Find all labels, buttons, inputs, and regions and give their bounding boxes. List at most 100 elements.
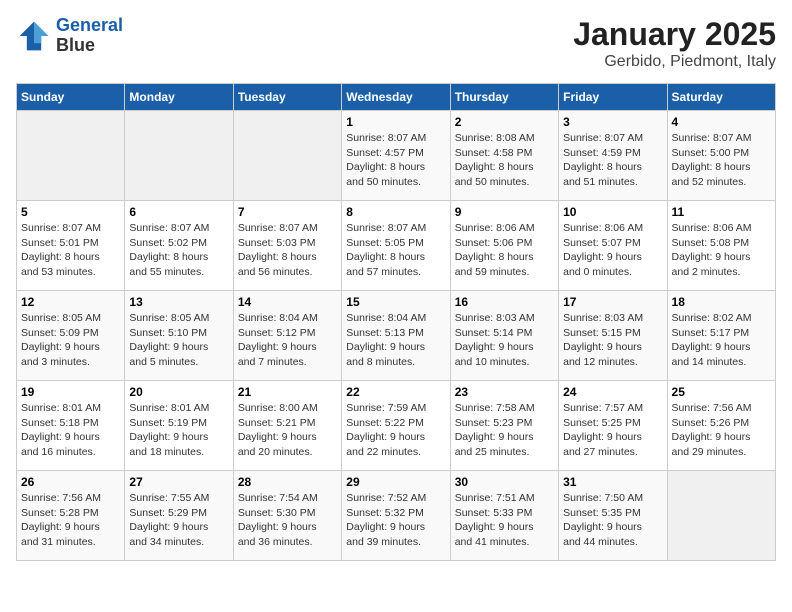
weekday-header: Wednesday bbox=[342, 84, 450, 111]
calendar-day-cell: 20Sunrise: 8:01 AM Sunset: 5:19 PM Dayli… bbox=[125, 381, 233, 471]
calendar-day-cell: 8 Sunrise: 8:07 AM Sunset: 5:05 PM Daylig… bbox=[342, 201, 450, 291]
day-info: Sunrise: 7:51 AM Sunset: 5:33 PM Dayligh… bbox=[455, 491, 554, 550]
weekday-header: Saturday bbox=[667, 84, 775, 111]
day-number: 21 bbox=[238, 385, 337, 399]
day-number: 25 bbox=[672, 385, 771, 399]
calendar-day-cell: 7Sunrise: 8:07 AM Sunset: 5:03 PM Daylig… bbox=[233, 201, 341, 291]
day-info: Sunrise: 8:07 AM Sunset: 5:03 PM Dayligh… bbox=[238, 221, 337, 280]
day-info: Sunrise: 8:05 AM Sunset: 5:09 PM Dayligh… bbox=[21, 311, 120, 370]
calendar-day-cell: 27 Sunrise: 7:55 AM Sunset: 5:29 PM Dayli… bbox=[125, 471, 233, 561]
calendar-day-cell: 12 Sunrise: 8:05 AM Sunset: 5:09 PM Dayli… bbox=[17, 291, 125, 381]
calendar-day-cell: 9 Sunrise: 8:06 AM Sunset: 5:06 PM Daylig… bbox=[450, 201, 558, 291]
day-info: Sunrise: 8:04 AM Sunset: 5:12 PM Dayligh… bbox=[238, 311, 337, 370]
day-info: Sunrise: 8:07 AM Sunset: 4:57 PM Dayligh… bbox=[346, 131, 445, 190]
day-number: 15 bbox=[346, 295, 445, 309]
calendar-week-row: 5Sunrise: 8:07 AM Sunset: 5:01 PM Daylig… bbox=[17, 201, 776, 291]
calendar-day-cell: 3 Sunrise: 8:07 AM Sunset: 4:59 PM Daylig… bbox=[559, 111, 667, 201]
day-info: Sunrise: 7:56 AM Sunset: 5:28 PM Dayligh… bbox=[21, 491, 120, 550]
day-number: 18 bbox=[672, 295, 771, 309]
day-info: Sunrise: 8:03 AM Sunset: 5:14 PM Dayligh… bbox=[455, 311, 554, 370]
day-info: Sunrise: 7:56 AM Sunset: 5:26 PM Dayligh… bbox=[672, 401, 771, 460]
day-number: 22 bbox=[346, 385, 445, 399]
day-info: Sunrise: 7:55 AM Sunset: 5:29 PM Dayligh… bbox=[129, 491, 228, 550]
day-info: Sunrise: 8:02 AM Sunset: 5:17 PM Dayligh… bbox=[672, 311, 771, 370]
day-info: Sunrise: 8:06 AM Sunset: 5:06 PM Dayligh… bbox=[455, 221, 554, 280]
calendar-day-cell: 2 Sunrise: 8:08 AM Sunset: 4:58 PM Daylig… bbox=[450, 111, 558, 201]
day-info: Sunrise: 7:58 AM Sunset: 5:23 PM Dayligh… bbox=[455, 401, 554, 460]
calendar-day-cell: 29Sunrise: 7:52 AM Sunset: 5:32 PM Dayli… bbox=[342, 471, 450, 561]
day-number: 30 bbox=[455, 475, 554, 489]
day-number: 3 bbox=[563, 115, 662, 129]
calendar-day-cell: 16 Sunrise: 8:03 AM Sunset: 5:14 PM Dayli… bbox=[450, 291, 558, 381]
day-number: 1 bbox=[346, 115, 445, 129]
logo: General Blue bbox=[16, 16, 123, 56]
calendar-day-cell: 25 Sunrise: 7:56 AM Sunset: 5:26 PM Dayli… bbox=[667, 381, 775, 471]
calendar-day-cell: 15 Sunrise: 8:04 AM Sunset: 5:13 PM Dayli… bbox=[342, 291, 450, 381]
weekday-header: Thursday bbox=[450, 84, 558, 111]
calendar-day-cell: 5Sunrise: 8:07 AM Sunset: 5:01 PM Daylig… bbox=[17, 201, 125, 291]
calendar-table: SundayMondayTuesdayWednesdayThursdayFrid… bbox=[16, 83, 776, 561]
day-number: 8 bbox=[346, 205, 445, 219]
calendar-day-cell: 19 Sunrise: 8:01 AM Sunset: 5:18 PM Dayli… bbox=[17, 381, 125, 471]
calendar-week-row: 12 Sunrise: 8:05 AM Sunset: 5:09 PM Dayli… bbox=[17, 291, 776, 381]
day-number: 6 bbox=[129, 205, 228, 219]
calendar-day-cell: 31 Sunrise: 7:50 AM Sunset: 5:35 PM Dayli… bbox=[559, 471, 667, 561]
calendar-day-cell: 10 Sunrise: 8:06 AM Sunset: 5:07 PM Dayli… bbox=[559, 201, 667, 291]
day-info: Sunrise: 8:03 AM Sunset: 5:15 PM Dayligh… bbox=[563, 311, 662, 370]
day-number: 23 bbox=[455, 385, 554, 399]
page-header: General Blue January 2025 Gerbido, Piedm… bbox=[16, 16, 776, 71]
day-number: 9 bbox=[455, 205, 554, 219]
calendar-day-cell: 4 Sunrise: 8:07 AM Sunset: 5:00 PM Daylig… bbox=[667, 111, 775, 201]
day-info: Sunrise: 7:50 AM Sunset: 5:35 PM Dayligh… bbox=[563, 491, 662, 550]
day-info: Sunrise: 8:07 AM Sunset: 5:05 PM Dayligh… bbox=[346, 221, 445, 280]
calendar-day-cell: 21Sunrise: 8:00 AM Sunset: 5:21 PM Dayli… bbox=[233, 381, 341, 471]
calendar-week-row: 19 Sunrise: 8:01 AM Sunset: 5:18 PM Dayli… bbox=[17, 381, 776, 471]
day-number: 14 bbox=[238, 295, 337, 309]
day-number: 26 bbox=[21, 475, 120, 489]
logo-line1: General bbox=[56, 15, 123, 35]
calendar-day-cell: 26 Sunrise: 7:56 AM Sunset: 5:28 PM Dayli… bbox=[17, 471, 125, 561]
day-number: 10 bbox=[563, 205, 662, 219]
weekday-header: Monday bbox=[125, 84, 233, 111]
day-info: Sunrise: 8:01 AM Sunset: 5:19 PM Dayligh… bbox=[129, 401, 228, 460]
day-info: Sunrise: 8:01 AM Sunset: 5:18 PM Dayligh… bbox=[21, 401, 120, 460]
day-info: Sunrise: 7:59 AM Sunset: 5:22 PM Dayligh… bbox=[346, 401, 445, 460]
day-number: 17 bbox=[563, 295, 662, 309]
logo-text: General Blue bbox=[56, 16, 123, 56]
day-info: Sunrise: 8:07 AM Sunset: 5:00 PM Dayligh… bbox=[672, 131, 771, 190]
calendar-day-cell: 22 Sunrise: 7:59 AM Sunset: 5:22 PM Dayli… bbox=[342, 381, 450, 471]
weekday-header: Sunday bbox=[17, 84, 125, 111]
weekday-header-row: SundayMondayTuesdayWednesdayThursdayFrid… bbox=[17, 84, 776, 111]
day-info: Sunrise: 7:52 AM Sunset: 5:32 PM Dayligh… bbox=[346, 491, 445, 550]
logo-line2: Blue bbox=[56, 36, 123, 56]
day-info: Sunrise: 8:07 AM Sunset: 4:59 PM Dayligh… bbox=[563, 131, 662, 190]
day-number: 27 bbox=[129, 475, 228, 489]
calendar-week-row: 1 Sunrise: 8:07 AM Sunset: 4:57 PM Daylig… bbox=[17, 111, 776, 201]
weekday-header: Friday bbox=[559, 84, 667, 111]
day-number: 2 bbox=[455, 115, 554, 129]
calendar-day-cell: 6 Sunrise: 8:07 AM Sunset: 5:02 PM Daylig… bbox=[125, 201, 233, 291]
logo-icon bbox=[16, 18, 52, 54]
calendar-day-cell: 18 Sunrise: 8:02 AM Sunset: 5:17 PM Dayli… bbox=[667, 291, 775, 381]
calendar-day-cell bbox=[667, 471, 775, 561]
day-info: Sunrise: 8:05 AM Sunset: 5:10 PM Dayligh… bbox=[129, 311, 228, 370]
day-number: 19 bbox=[21, 385, 120, 399]
day-info: Sunrise: 8:04 AM Sunset: 5:13 PM Dayligh… bbox=[346, 311, 445, 370]
day-number: 12 bbox=[21, 295, 120, 309]
day-info: Sunrise: 7:54 AM Sunset: 5:30 PM Dayligh… bbox=[238, 491, 337, 550]
day-number: 5 bbox=[21, 205, 120, 219]
calendar-day-cell: 1 Sunrise: 8:07 AM Sunset: 4:57 PM Daylig… bbox=[342, 111, 450, 201]
day-number: 31 bbox=[563, 475, 662, 489]
day-number: 13 bbox=[129, 295, 228, 309]
day-number: 16 bbox=[455, 295, 554, 309]
calendar-day-cell: 28 Sunrise: 7:54 AM Sunset: 5:30 PM Dayli… bbox=[233, 471, 341, 561]
calendar-day-cell: 14 Sunrise: 8:04 AM Sunset: 5:12 PM Dayli… bbox=[233, 291, 341, 381]
calendar-day-cell: 24Sunrise: 7:57 AM Sunset: 5:25 PM Dayli… bbox=[559, 381, 667, 471]
day-info: Sunrise: 8:08 AM Sunset: 4:58 PM Dayligh… bbox=[455, 131, 554, 190]
day-info: Sunrise: 8:06 AM Sunset: 5:08 PM Dayligh… bbox=[672, 221, 771, 280]
day-info: Sunrise: 8:07 AM Sunset: 5:02 PM Dayligh… bbox=[129, 221, 228, 280]
calendar-day-cell: 23 Sunrise: 7:58 AM Sunset: 5:23 PM Dayli… bbox=[450, 381, 558, 471]
day-number: 28 bbox=[238, 475, 337, 489]
day-info: Sunrise: 8:06 AM Sunset: 5:07 PM Dayligh… bbox=[563, 221, 662, 280]
day-number: 4 bbox=[672, 115, 771, 129]
